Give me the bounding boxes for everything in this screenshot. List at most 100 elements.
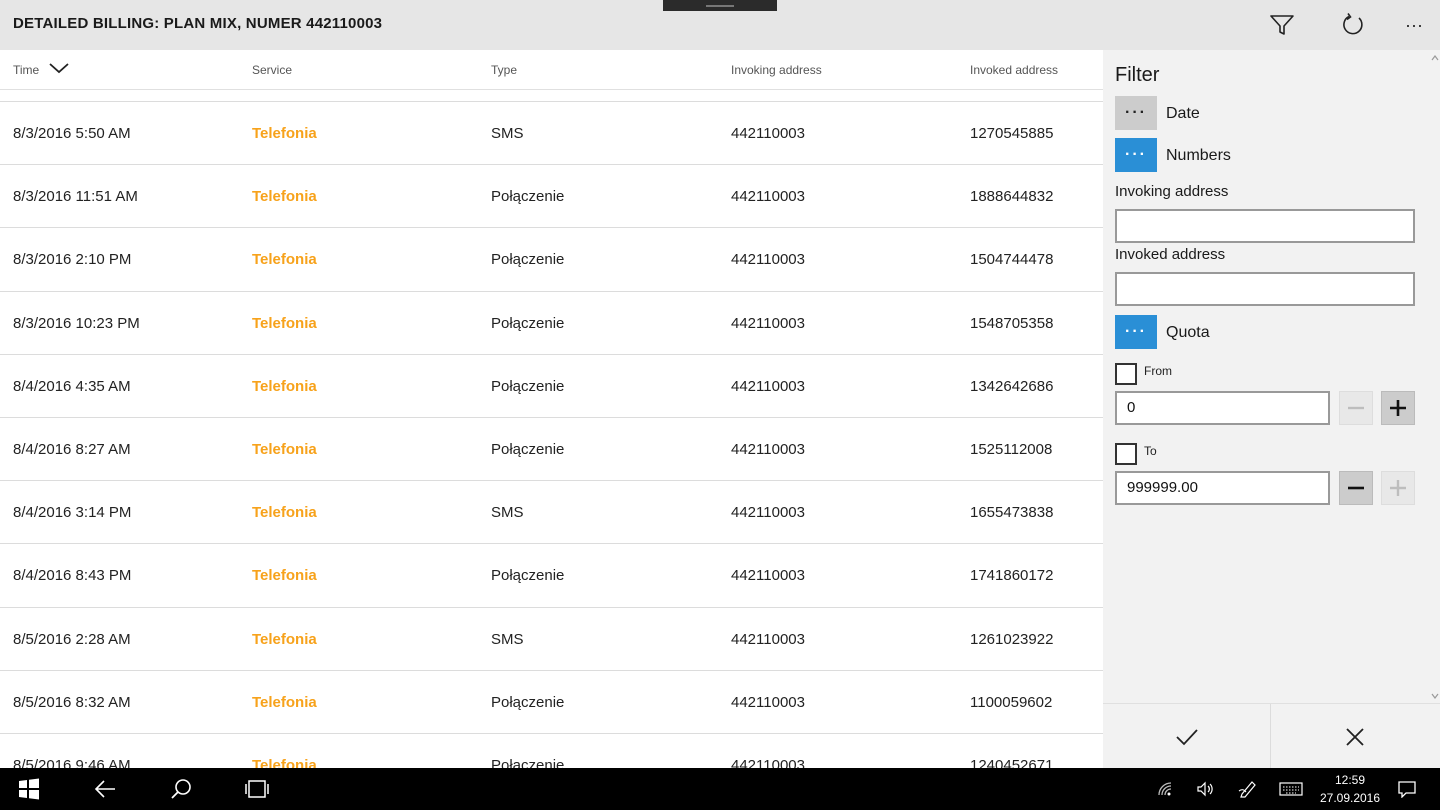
back-button[interactable] bbox=[80, 768, 130, 810]
keyboard-tray-button[interactable] bbox=[1274, 768, 1308, 810]
cell-service: Telefonia bbox=[252, 440, 317, 458]
from-decrement-button[interactable] bbox=[1339, 391, 1373, 425]
cell-service: Telefonia bbox=[252, 567, 317, 585]
table-row[interactable]: 8/5/2016 8:32 AM Telefonia Połączenie 44211… bbox=[0, 671, 1103, 734]
table-row[interactable]: 8/3/2016 2:10 PM Telefonia Połączenie 44211… bbox=[0, 228, 1103, 292]
to-increment-button[interactable] bbox=[1381, 471, 1415, 505]
start-button[interactable] bbox=[0, 768, 58, 810]
cell-type: Połączenie bbox=[491, 693, 565, 711]
cell-time: 8/5/2016 2:28 AM bbox=[13, 630, 131, 648]
cell-invoked-address: 1100059602 bbox=[970, 693, 1053, 711]
cell-time: 8/4/2016 4:35 AM bbox=[13, 377, 131, 395]
pen-tray-button[interactable] bbox=[1234, 768, 1262, 810]
numbers-filter-label: Numbers bbox=[1166, 147, 1231, 164]
invoked-address-input[interactable] bbox=[1115, 272, 1415, 306]
table-row[interactable]: 8/5/2016 2:28 AM Telefonia SMS 442110003 126… bbox=[0, 608, 1103, 671]
cell-service: Telefonia bbox=[252, 630, 317, 648]
grid-header: Time Service Type Invoking address Invok… bbox=[0, 50, 1103, 90]
table-row[interactable]: 8/4/2016 3:14 PM Telefonia SMS 442110003 165… bbox=[0, 481, 1103, 545]
cell-type: SMS bbox=[491, 125, 524, 142]
cell-time: 8/5/2016 9:46 AM bbox=[13, 756, 131, 768]
cell-invoked-address: 1655473838 bbox=[970, 504, 1054, 522]
column-header-time[interactable]: Time bbox=[13, 63, 39, 77]
cell-invoking-address: 442110003 bbox=[731, 440, 805, 458]
quota-filter-label: Quota bbox=[1166, 324, 1210, 341]
to-checkbox[interactable] bbox=[1115, 443, 1137, 465]
filter-actions bbox=[1103, 703, 1440, 769]
page-title: DETAILED BILLING: PLAN MIX, NUMER 442110… bbox=[13, 15, 383, 32]
filter-pane: Filter ··· Date ··· Numbers Invoking add… bbox=[1103, 50, 1440, 769]
table-row[interactable]: 8/5/2016 9:46 AM Telefonia Połączenie 44211… bbox=[0, 734, 1103, 768]
filter-button[interactable] bbox=[1262, 6, 1302, 44]
volume-icon bbox=[1197, 781, 1213, 797]
cell-invoked-address: 1342642686 bbox=[970, 377, 1054, 395]
cell-time: 8/4/2016 3:14 PM bbox=[13, 504, 132, 522]
clock-time: 12:59 bbox=[1334, 773, 1366, 787]
task-view-button[interactable] bbox=[232, 768, 282, 810]
grid-rows: 8/3/2016 5:50 AM Telefonia SMS 442110003 127… bbox=[0, 102, 1103, 768]
cell-type: Połączenie bbox=[491, 188, 565, 206]
from-value-input[interactable]: 0 bbox=[1115, 391, 1330, 425]
to-value-input[interactable]: 999999.00 bbox=[1115, 471, 1330, 505]
scroll-up-icon[interactable] bbox=[1430, 53, 1440, 63]
table-row[interactable]: 8/3/2016 10:23 PM Telefonia Połączenie 4421… bbox=[0, 292, 1103, 355]
invoking-address-label: Invoking address bbox=[1115, 183, 1229, 200]
cell-time: 8/4/2016 8:27 AM bbox=[13, 440, 131, 458]
cancel-filter-button[interactable] bbox=[1271, 704, 1439, 769]
network-tray-button[interactable] bbox=[1152, 768, 1180, 810]
more-button[interactable]: ··· bbox=[1394, 6, 1434, 44]
cell-type: Połączenie bbox=[491, 314, 565, 332]
search-button[interactable] bbox=[156, 768, 206, 810]
filter-scrollbar[interactable] bbox=[1430, 50, 1440, 703]
cell-invoking-address: 442110003 bbox=[731, 630, 805, 648]
invoking-address-input[interactable] bbox=[1115, 209, 1415, 243]
from-checkbox[interactable] bbox=[1115, 363, 1137, 385]
more-icon: ··· bbox=[1405, 14, 1423, 35]
table-row[interactable]: 8/3/2016 5:50 AM Telefonia SMS 442110003 127… bbox=[0, 102, 1103, 166]
cell-service: Telefonia bbox=[252, 125, 317, 142]
table-row[interactable]: 8/4/2016 8:27 AM Telefonia Połączenie 44211… bbox=[0, 418, 1103, 482]
cell-invoked-address: 1270545885 bbox=[970, 125, 1054, 142]
table-row[interactable]: 8/4/2016 4:35 AM Telefonia Połączenie 44211… bbox=[0, 355, 1103, 418]
cell-invoked-address: 1741860172 bbox=[970, 567, 1054, 585]
from-increment-button[interactable] bbox=[1381, 391, 1415, 425]
refresh-button[interactable] bbox=[1333, 6, 1373, 44]
column-header-invoking-address[interactable]: Invoking address bbox=[731, 63, 822, 77]
cell-type: Połączenie bbox=[491, 567, 565, 585]
cell-invoking-address: 442110003 bbox=[731, 504, 805, 522]
apply-filter-button[interactable] bbox=[1103, 704, 1271, 769]
back-arrow-icon bbox=[94, 780, 115, 798]
cell-type: Połączenie bbox=[491, 440, 565, 458]
sort-chevron-down-icon[interactable] bbox=[48, 60, 70, 76]
taskbar-clock[interactable]: 12:59 27.09.2016 bbox=[1312, 771, 1388, 807]
numbers-filter-toggle[interactable]: ··· bbox=[1115, 138, 1157, 172]
cell-invoked-address: 1888644832 bbox=[970, 188, 1054, 206]
cell-service: Telefonia bbox=[252, 756, 317, 768]
date-filter-toggle[interactable]: ··· bbox=[1115, 96, 1157, 130]
taskbar: 12:59 27.09.2016 bbox=[0, 768, 1440, 810]
cell-type: Połączenie bbox=[491, 251, 565, 269]
table-row[interactable]: 8/4/2016 8:43 PM Telefonia Połączenie 44211… bbox=[0, 544, 1103, 608]
pen-icon bbox=[1238, 781, 1256, 798]
window-grip-handle[interactable] bbox=[663, 0, 777, 11]
quota-filter-toggle[interactable]: ··· bbox=[1115, 315, 1157, 349]
cell-invoking-address: 442110003 bbox=[731, 693, 805, 711]
column-header-type[interactable]: Type bbox=[491, 63, 517, 77]
filter-icon bbox=[1270, 15, 1294, 35]
cell-service: Telefonia bbox=[252, 377, 317, 395]
column-header-invoked-address[interactable]: Invoked address bbox=[970, 63, 1058, 77]
cell-invoked-address: 1525112008 bbox=[970, 440, 1053, 458]
volume-tray-button[interactable] bbox=[1192, 768, 1220, 810]
billing-grid: Time Service Type Invoking address Invok… bbox=[0, 50, 1103, 768]
table-row[interactable]: 8/3/2016 11:51 AM Telefonia Połączenie 4421… bbox=[0, 165, 1103, 229]
cell-service: Telefonia bbox=[252, 251, 317, 269]
scroll-down-icon[interactable] bbox=[1430, 691, 1440, 701]
plus-icon bbox=[1390, 480, 1406, 496]
to-decrement-button[interactable] bbox=[1339, 471, 1373, 505]
cell-invoking-address: 442110003 bbox=[731, 251, 805, 269]
cell-invoked-address: 1240452671 bbox=[970, 756, 1054, 768]
action-center-button[interactable] bbox=[1392, 768, 1422, 810]
column-header-service[interactable]: Service bbox=[252, 63, 292, 77]
search-icon bbox=[171, 779, 191, 799]
notification-icon bbox=[1398, 781, 1416, 798]
